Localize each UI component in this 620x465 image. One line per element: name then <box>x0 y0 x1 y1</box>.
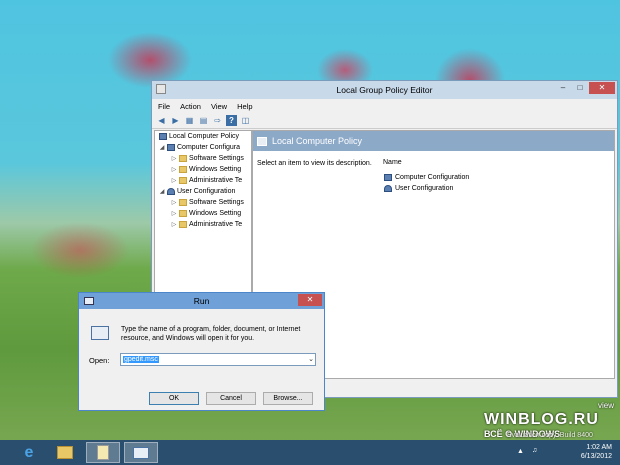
open-input-value: gpedit.msc <box>123 356 159 363</box>
back-icon[interactable]: ◀ <box>156 115 167 126</box>
tree-item-software-settings[interactable]: ▷ Software Settings <box>171 155 244 162</box>
chevron-right-icon[interactable]: ▷ <box>171 177 177 184</box>
run-taskbar-icon[interactable] <box>124 442 158 463</box>
tree-label: Software Settings <box>189 155 244 162</box>
run-icon <box>91 326 109 340</box>
computer-icon <box>384 174 392 181</box>
user-icon <box>384 185 392 192</box>
folder-icon <box>179 221 187 228</box>
policy-icon <box>257 136 267 146</box>
tree-label: Administrative Te <box>189 221 243 228</box>
view-icon[interactable]: ◫ <box>240 115 251 126</box>
folder-icon <box>179 166 187 173</box>
details-header: Local Computer Policy <box>253 131 614 151</box>
chevron-right-icon[interactable]: ▷ <box>171 199 177 206</box>
description-text: Select an item to view its description. <box>257 160 372 167</box>
menu-action[interactable]: Action <box>180 102 201 111</box>
column-header-name[interactable]: Name <box>383 159 402 166</box>
chevron-down-icon[interactable]: ⌄ <box>308 354 314 365</box>
open-label: Open: <box>89 356 110 365</box>
computer-icon <box>167 144 175 151</box>
run-dialog: Run ✕ Type the name of a program, folder… <box>78 292 325 411</box>
clock-date: 6/13/2012 <box>580 453 612 460</box>
minimize-button[interactable]: – <box>555 82 571 94</box>
properties-icon[interactable]: ▤ <box>198 115 209 126</box>
list-item[interactable]: Computer Configuration <box>384 174 469 181</box>
menu-view[interactable]: View <box>211 102 227 111</box>
tree-item-computer-configuration[interactable]: ◢ Computer Configura <box>159 144 240 151</box>
menu-help[interactable]: Help <box>237 102 252 111</box>
network-icon[interactable]: ▲ <box>517 448 527 456</box>
watermark-site: WINBLOG.RU <box>484 411 599 428</box>
show-tree-icon[interactable]: ▦ <box>184 115 195 126</box>
export-list-icon[interactable]: ⇨ <box>212 115 223 126</box>
tree-label: Administrative Te <box>189 177 243 184</box>
chevron-right-icon[interactable]: ▷ <box>171 166 177 173</box>
close-button[interactable]: ✕ <box>589 82 615 94</box>
list-item[interactable]: User Configuration <box>384 185 453 192</box>
browse-button[interactable]: Browse... <box>263 392 313 405</box>
open-input[interactable]: gpedit.msc ⌄ <box>120 353 316 366</box>
run-title: Run <box>193 296 210 306</box>
explorer-icon[interactable] <box>48 442 82 463</box>
gpedit-taskbar-icon[interactable] <box>86 442 120 463</box>
tree-label: Windows Setting <box>189 166 242 173</box>
user-icon <box>167 188 175 195</box>
run-titlebar[interactable]: Run ✕ <box>79 293 324 309</box>
tree-label: Local Computer Policy <box>169 133 240 140</box>
ok-button[interactable]: OK <box>149 392 199 405</box>
tree-item-administrative-templates[interactable]: ▷ Administrative Te <box>171 221 242 228</box>
help-icon[interactable]: ? <box>226 115 237 126</box>
close-button[interactable]: ✕ <box>298 294 322 306</box>
expand-icon[interactable]: ◢ <box>159 144 165 151</box>
menu-file[interactable]: File <box>158 102 170 111</box>
tree-item-user-configuration[interactable]: ◢ User Configuration <box>159 188 235 195</box>
clock[interactable]: 1:02 AM 6/13/2012 <box>581 443 612 461</box>
ie-icon[interactable]: e <box>12 442 46 463</box>
toolbar: ◀ ▶ ▦ ▤ ⇨ ? ◫ <box>152 113 617 129</box>
chevron-right-icon[interactable]: ▷ <box>171 155 177 162</box>
details-title: Local Computer Policy <box>272 136 363 146</box>
list-item-label: Computer Configuration <box>395 174 470 181</box>
clock-time: 1:02 AM <box>586 444 612 451</box>
chevron-right-icon[interactable]: ▷ <box>171 221 177 228</box>
forward-icon[interactable]: ▶ <box>170 115 181 126</box>
tree-label: Software Settings <box>189 199 244 206</box>
gpedit-titlebar[interactable]: Local Group Policy Editor – □ ✕ <box>152 81 617 99</box>
build-text: Evaluation copy. Build 8400 <box>507 432 593 439</box>
run-prompt: Type the name of a program, folder, docu… <box>121 326 301 342</box>
tree-item-software-settings[interactable]: ▷ Software Settings <box>171 199 244 206</box>
menubar: File Action View Help <box>152 99 617 113</box>
gpedit-title: Local Group Policy Editor <box>336 85 433 95</box>
folder-icon <box>179 177 187 184</box>
folder-icon <box>179 210 187 217</box>
desktop-view-text: view <box>598 401 615 410</box>
volume-icon[interactable]: ♫ <box>532 447 542 455</box>
tree-label: User Configuration <box>177 188 236 195</box>
tree-item-windows-settings[interactable]: ▷ Windows Setting <box>171 166 241 173</box>
computer-icon <box>159 133 167 140</box>
tree-label: Windows Setting <box>189 210 242 217</box>
cancel-button[interactable]: Cancel <box>206 392 256 405</box>
folder-icon <box>179 199 187 206</box>
expand-icon[interactable]: ◢ <box>159 188 165 195</box>
list-item-label: User Configuration <box>395 185 454 192</box>
tree-item-windows-settings[interactable]: ▷ Windows Setting <box>171 210 241 217</box>
chevron-right-icon[interactable]: ▷ <box>171 210 177 217</box>
tree-item-administrative-templates[interactable]: ▷ Administrative Te <box>171 177 242 184</box>
tree-item-local-computer-policy[interactable]: Local Computer Policy <box>159 133 239 140</box>
maximize-button[interactable]: □ <box>572 82 588 94</box>
folder-icon <box>179 155 187 162</box>
tree-label: Computer Configura <box>177 144 241 151</box>
